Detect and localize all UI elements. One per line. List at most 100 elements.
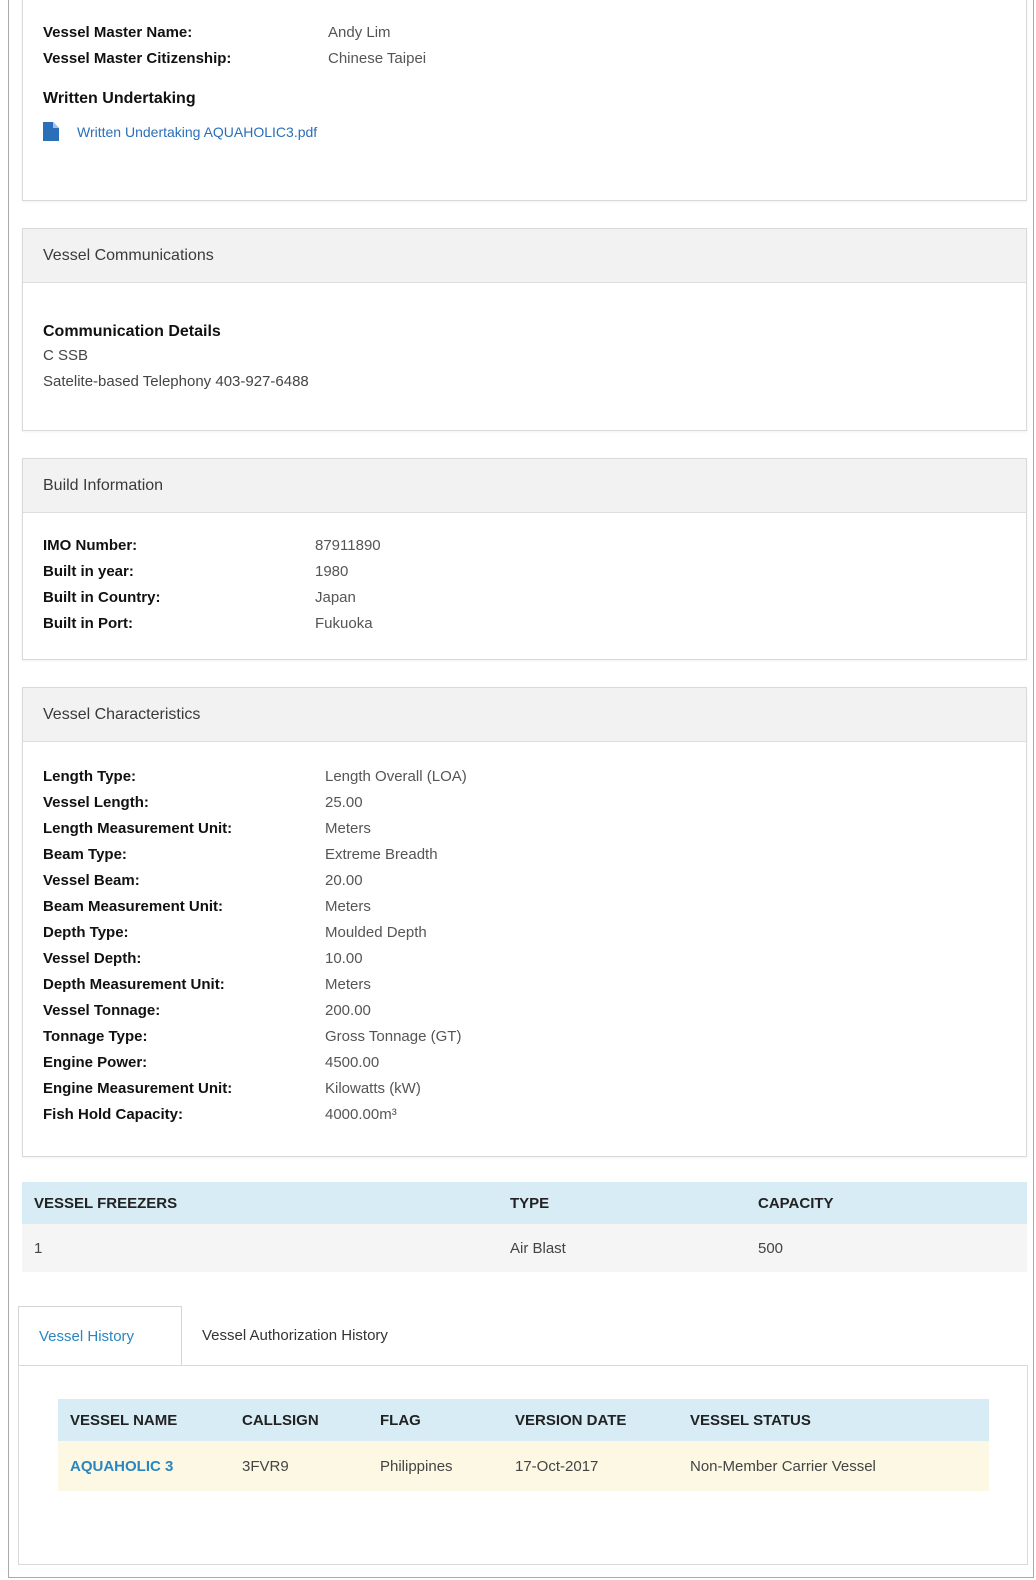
built-country-value: Japan: [315, 589, 356, 606]
callsign-cell: 3FVR9: [242, 1441, 380, 1491]
characteristic-row: Depth Type: Moulded Depth: [43, 920, 1006, 946]
characteristic-row: Beam Type: Extreme Breadth: [43, 842, 1006, 868]
built-year-label: Built in year:: [43, 563, 134, 580]
tab-vessel-authorization-history[interactable]: Vessel Authorization History: [182, 1306, 467, 1366]
characteristic-row: Length Type: Length Overall (LOA): [43, 764, 1006, 790]
characteristic-row: Engine Measurement Unit: Kilowatts (kW): [43, 1076, 1006, 1102]
characteristic-label: Length Type:: [43, 768, 137, 785]
characteristic-row: Vessel Beam: 20.00: [43, 868, 1006, 894]
built-country-label: Built in Country:: [43, 589, 161, 606]
history-col-header: FLAG: [380, 1399, 515, 1441]
master-name-label: Vessel Master Name:: [43, 24, 193, 41]
characteristic-label: Vessel Beam:: [43, 872, 140, 889]
table-row: 1 Air Blast 500: [22, 1224, 1027, 1272]
built-port-value: Fukuoka: [315, 615, 373, 632]
freezers-col-header: VESSEL FREEZERS: [22, 1182, 510, 1224]
vessel-characteristics-panel: Vessel Characteristics Length Type: Lengt…: [22, 687, 1027, 1157]
characteristic-row: Vessel Tonnage: 200.00: [43, 998, 1006, 1024]
file-icon: [43, 122, 59, 141]
build-information-panel: Build Information IMO Number: 87911890 B…: [22, 458, 1027, 660]
written-undertaking-title: Written Undertaking: [43, 90, 196, 107]
vessel-history-table: VESSEL NAME CALLSIGN FLAG VERSION DATE V…: [58, 1399, 989, 1491]
characteristic-row: Tonnage Type: Gross Tonnage (GT): [43, 1024, 1006, 1050]
characteristic-value: Meters: [325, 820, 371, 837]
characteristic-value: Meters: [325, 976, 371, 993]
characteristic-label: Depth Measurement Unit:: [43, 976, 225, 993]
characteristic-value: Length Overall (LOA): [325, 768, 467, 785]
tab-vessel-history[interactable]: Vessel History: [18, 1306, 182, 1366]
freezer-type-cell: Air Blast: [510, 1224, 758, 1272]
history-tabs: Vessel History Vessel Authorization Hist…: [18, 1306, 467, 1366]
characteristic-row: Beam Measurement Unit: Meters: [43, 894, 1006, 920]
characteristic-row: Engine Power: 4500.00: [43, 1050, 1006, 1076]
freezers-header-row: VESSEL FREEZERS TYPE CAPACITY: [22, 1182, 1027, 1224]
characteristic-label: Beam Measurement Unit:: [43, 898, 224, 915]
characteristic-label: Vessel Depth:: [43, 950, 142, 967]
characteristic-label: Depth Type:: [43, 924, 129, 941]
characteristic-value: 200.00: [325, 1002, 371, 1019]
characteristic-value: Moulded Depth: [325, 924, 427, 941]
communication-details-title: Communication Details: [43, 323, 221, 340]
characteristic-label: Engine Power:: [43, 1054, 148, 1071]
history-col-header: VESSEL STATUS: [690, 1399, 989, 1441]
characteristic-row: Fish Hold Capacity: 4000.00m³: [43, 1102, 1006, 1128]
characteristic-value: 4000.00m³: [325, 1106, 397, 1123]
vessel-communications-panel: Vessel Communications Communication Deta…: [22, 228, 1027, 431]
characteristic-value: Kilowatts (kW): [325, 1080, 421, 1097]
characteristic-value: 20.00: [325, 872, 363, 889]
characteristic-value: 25.00: [325, 794, 363, 811]
imo-number-row: IMO Number: 87911890: [43, 533, 1006, 559]
vessel-status-cell: Non-Member Carrier Vessel: [690, 1441, 989, 1491]
built-year-row: Built in year: 1980: [43, 559, 1006, 585]
undertaking-file-link[interactable]: Written Undertaking AQUAHOLIC3.pdf: [43, 122, 1006, 141]
characteristic-label: Vessel Length:: [43, 794, 149, 811]
version-date-cell: 17-Oct-2017: [515, 1441, 690, 1491]
history-col-header: VESSEL NAME: [58, 1399, 242, 1441]
freezers-col-header: TYPE: [510, 1182, 758, 1224]
master-citizenship-row: Vessel Master Citizenship: Chinese Taipe…: [43, 46, 1006, 72]
built-port-row: Built in Port: Fukuoka: [43, 611, 1006, 637]
built-port-label: Built in Port:: [43, 615, 133, 632]
imo-number-label: IMO Number:: [43, 537, 138, 554]
freezers-col-header: CAPACITY: [758, 1182, 1027, 1224]
characteristic-value: Gross Tonnage (GT): [325, 1028, 462, 1045]
master-citizenship-value: Chinese Taipei: [328, 50, 427, 67]
characteristic-label: Fish Hold Capacity:: [43, 1106, 184, 1123]
flag-cell: Philippines: [380, 1441, 515, 1491]
build-information-header: Build Information: [23, 459, 1026, 513]
history-col-header: CALLSIGN: [242, 1399, 380, 1441]
characteristic-row: Vessel Depth: 10.00: [43, 946, 1006, 972]
imo-number-value: 87911890: [315, 537, 381, 554]
characteristic-label: Tonnage Type:: [43, 1028, 148, 1045]
vessel-name-link[interactable]: AQUAHOLIC 3: [70, 1458, 173, 1475]
undertaking-file-name: Written Undertaking AQUAHOLIC3.pdf: [77, 123, 318, 140]
history-header-row: VESSEL NAME CALLSIGN FLAG VERSION DATE V…: [58, 1399, 989, 1441]
characteristic-value: Extreme Breadth: [325, 846, 438, 863]
vessel-name-cell: AQUAHOLIC 3: [58, 1441, 242, 1491]
characteristic-value: 10.00: [325, 950, 363, 967]
table-row: AQUAHOLIC 3 3FVR9 Philippines 17-Oct-201…: [58, 1441, 989, 1491]
freezer-capacity-cell: 500: [758, 1224, 1027, 1272]
built-year-value: 1980: [315, 563, 349, 580]
vessel-history-panel: VESSEL NAME CALLSIGN FLAG VERSION DATE V…: [18, 1365, 1028, 1565]
vessel-freezers-table: VESSEL FREEZERS TYPE CAPACITY 1 Air Blas…: [22, 1182, 1027, 1272]
characteristic-label: Engine Measurement Unit:: [43, 1080, 233, 1097]
vessel-master-panel: Vessel Master Name: Andy Lim Vessel Mast…: [22, 0, 1027, 201]
characteristic-label: Vessel Tonnage:: [43, 1002, 161, 1019]
characteristic-value: 4500.00: [325, 1054, 380, 1071]
characteristics-header: Vessel Characteristics: [23, 688, 1026, 742]
characteristic-label: Beam Type:: [43, 846, 127, 863]
master-citizenship-label: Vessel Master Citizenship:: [43, 50, 232, 67]
master-name-row: Vessel Master Name: Andy Lim: [43, 20, 1006, 46]
characteristic-row: Length Measurement Unit: Meters: [43, 816, 1006, 842]
characteristic-label: Length Measurement Unit:: [43, 820, 233, 837]
freezer-number-cell: 1: [22, 1224, 510, 1272]
characteristic-row: Depth Measurement Unit: Meters: [43, 972, 1006, 998]
communication-line: C SSB: [43, 347, 89, 364]
history-col-header: VERSION DATE: [515, 1399, 690, 1441]
master-name-value: Andy Lim: [328, 24, 391, 41]
characteristic-row: Vessel Length: 25.00: [43, 790, 1006, 816]
communications-header: Vessel Communications: [23, 229, 1026, 283]
built-country-row: Built in Country: Japan: [43, 585, 1006, 611]
communication-line: Satelite-based Telephony 403-927-6488: [43, 373, 309, 390]
